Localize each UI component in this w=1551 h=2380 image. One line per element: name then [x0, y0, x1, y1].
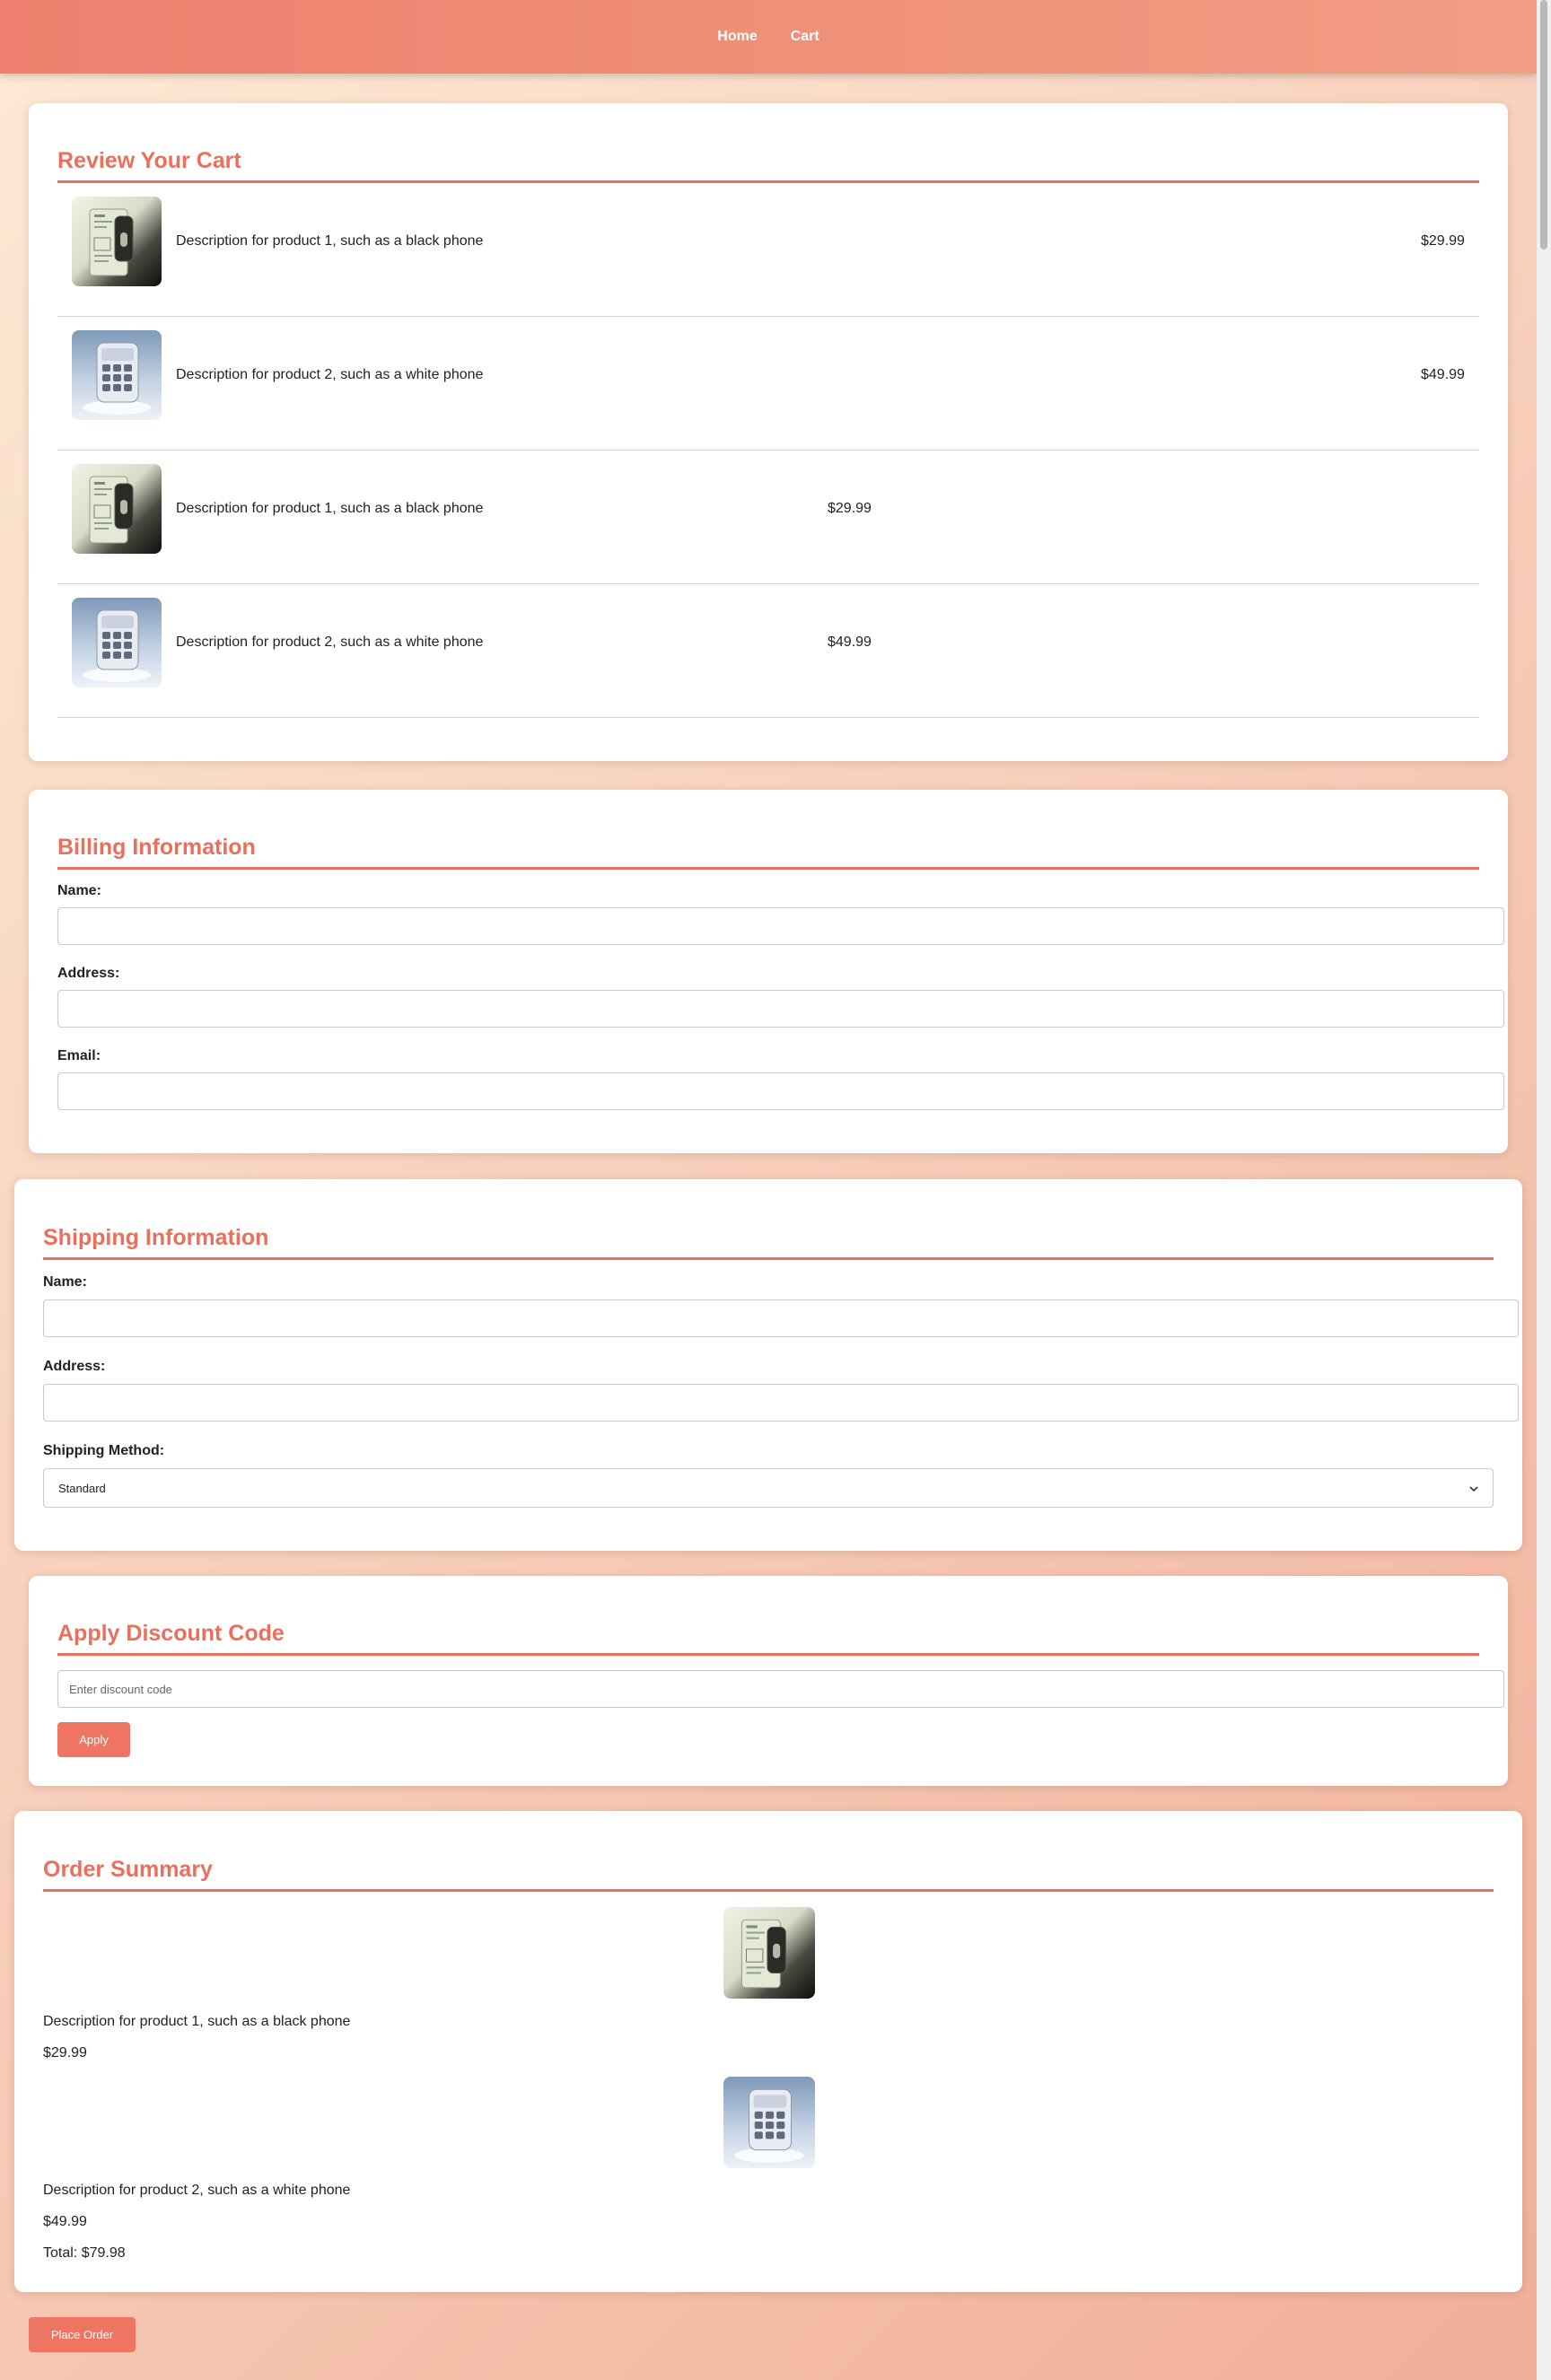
- scrollbar-thumb[interactable]: [1540, 0, 1547, 249]
- black-phone-image: [72, 464, 162, 554]
- white-phone-image: [723, 2077, 815, 2168]
- summary-item-description: Description for product 1, such as a bla…: [43, 2014, 351, 2029]
- cart-item-price: $49.99: [1421, 367, 1465, 382]
- discount-title: Apply Discount Code: [57, 1621, 285, 1646]
- shipping-section: Shipping Information Name: Address: Ship…: [14, 1179, 1522, 1551]
- cart-item-price: $29.99: [828, 501, 872, 516]
- summary-item-description: Description for product 2, such as a whi…: [43, 2183, 351, 2198]
- billing-divider: [57, 867, 1479, 870]
- white-phone-image: [72, 330, 162, 420]
- shipping-name-input[interactable]: [43, 1299, 1519, 1337]
- billing-section: Billing Information Name: Address: Email…: [29, 790, 1508, 1153]
- cart-item-price: $29.99: [1421, 233, 1465, 249]
- billing-title: Billing Information: [57, 835, 256, 860]
- nav-home-link[interactable]: Home: [717, 29, 757, 45]
- shipping-method-value: Standard: [58, 1481, 106, 1495]
- billing-name-label: Name:: [57, 883, 101, 898]
- discount-divider: [57, 1653, 1479, 1656]
- summary-item-price: $49.99: [43, 2214, 87, 2229]
- discount-code-input[interactable]: [57, 1670, 1504, 1708]
- nav-cart-link[interactable]: Cart: [791, 29, 819, 45]
- billing-address-label: Address:: [57, 966, 120, 981]
- order-summary-divider: [43, 1889, 1494, 1892]
- white-phone-image: [72, 598, 162, 687]
- shipping-address-input[interactable]: [43, 1384, 1519, 1422]
- black-phone-image: [72, 197, 162, 286]
- top-navigation: Home Cart: [0, 0, 1537, 74]
- cart-review-section: Review Your Cart Description for product…: [29, 103, 1508, 761]
- chevron-down-icon: [1469, 1482, 1478, 1495]
- shipping-method-select[interactable]: Standard: [43, 1468, 1494, 1508]
- shipping-divider: [43, 1257, 1494, 1260]
- shipping-name-label: Name:: [43, 1274, 87, 1290]
- shipping-address-label: Address:: [43, 1359, 106, 1374]
- cart-item-description: Description for product 1, such as a bla…: [176, 501, 484, 516]
- summary-item-price: $29.99: [43, 2045, 87, 2061]
- cart-item-description: Description for product 1, such as a bla…: [176, 233, 484, 249]
- billing-email-input[interactable]: [57, 1072, 1504, 1110]
- discount-section: Apply Discount Code Apply: [29, 1576, 1508, 1786]
- cart-item-description: Description for product 2, such as a whi…: [176, 634, 484, 650]
- shipping-method-label: Shipping Method:: [43, 1443, 165, 1458]
- cart-item-row: Description for product 1, such as a bla…: [57, 450, 1479, 584]
- billing-email-label: Email:: [57, 1048, 101, 1063]
- billing-address-input[interactable]: [57, 990, 1504, 1028]
- shipping-title: Shipping Information: [43, 1225, 269, 1250]
- page-scrollbar[interactable]: [1537, 0, 1551, 2380]
- order-total: Total: $79.98: [43, 2245, 126, 2261]
- cart-item-row: Description for product 2, such as a whi…: [57, 583, 1479, 718]
- cart-item-description: Description for product 2, such as a whi…: [176, 367, 484, 382]
- order-summary-section: Order Summary Description for product 1,…: [14, 1811, 1522, 2292]
- place-order-button[interactable]: Place Order: [29, 2317, 136, 2352]
- apply-discount-button[interactable]: Apply: [57, 1722, 130, 1757]
- cart-review-title: Review Your Cart: [57, 148, 241, 173]
- order-summary-title: Order Summary: [43, 1857, 213, 1882]
- cart-item-price: $49.99: [828, 634, 872, 650]
- billing-name-input[interactable]: [57, 907, 1504, 945]
- cart-item-row: Description for product 2, such as a whi…: [57, 316, 1479, 451]
- black-phone-image: [723, 1907, 815, 1999]
- cart-item-row: Description for product 1, such as a bla…: [57, 182, 1479, 317]
